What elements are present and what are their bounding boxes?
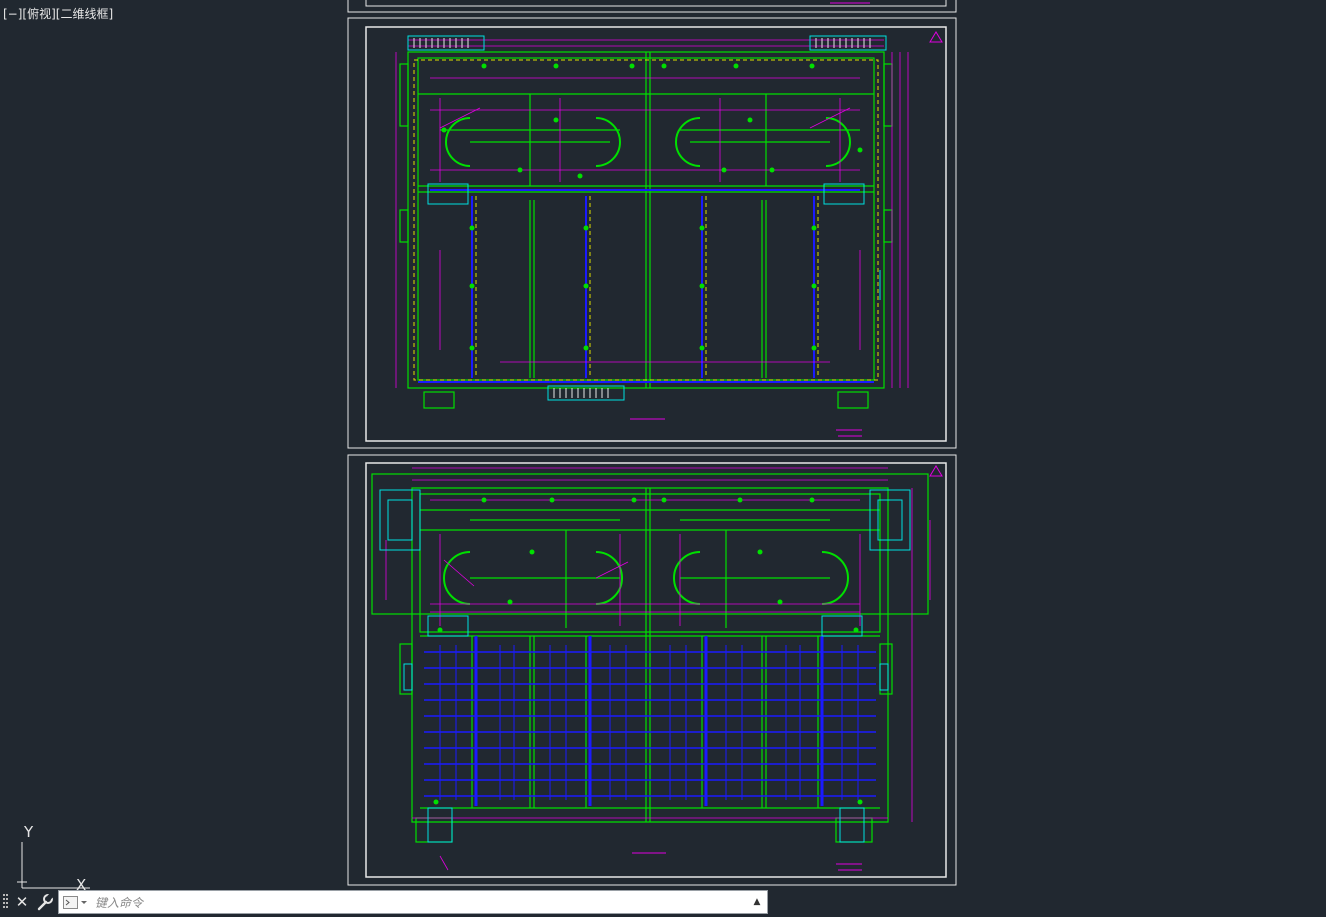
grip-icon[interactable] [3,892,9,912]
sheet-2-walls [371,473,929,843]
sheet-1-walls [399,51,893,409]
sheet-1-title-marks [630,31,943,437]
sheet-2-equipment [379,489,911,843]
ucs-icon: Y X [0,820,110,894]
sheet-1-valves [441,63,863,351]
sheet-2-dimensions [385,467,931,871]
command-input[interactable] [93,892,737,914]
sheet-top-partial [347,0,957,13]
chevron-up-icon[interactable]: ▲ [751,895,763,909]
wrench-icon[interactable] [34,891,56,913]
close-icon[interactable]: ✕ [12,891,32,913]
sheet-2 [347,454,957,886]
drawing-canvas[interactable] [0,0,1326,888]
ucs-y-label: Y [24,823,34,841]
ucs-axes-icon [17,842,90,889]
command-prompt-icon[interactable] [63,896,87,910]
command-line[interactable]: ▲ [58,890,768,914]
sheet-1 [347,17,957,449]
sheet-2-valves [433,497,863,805]
